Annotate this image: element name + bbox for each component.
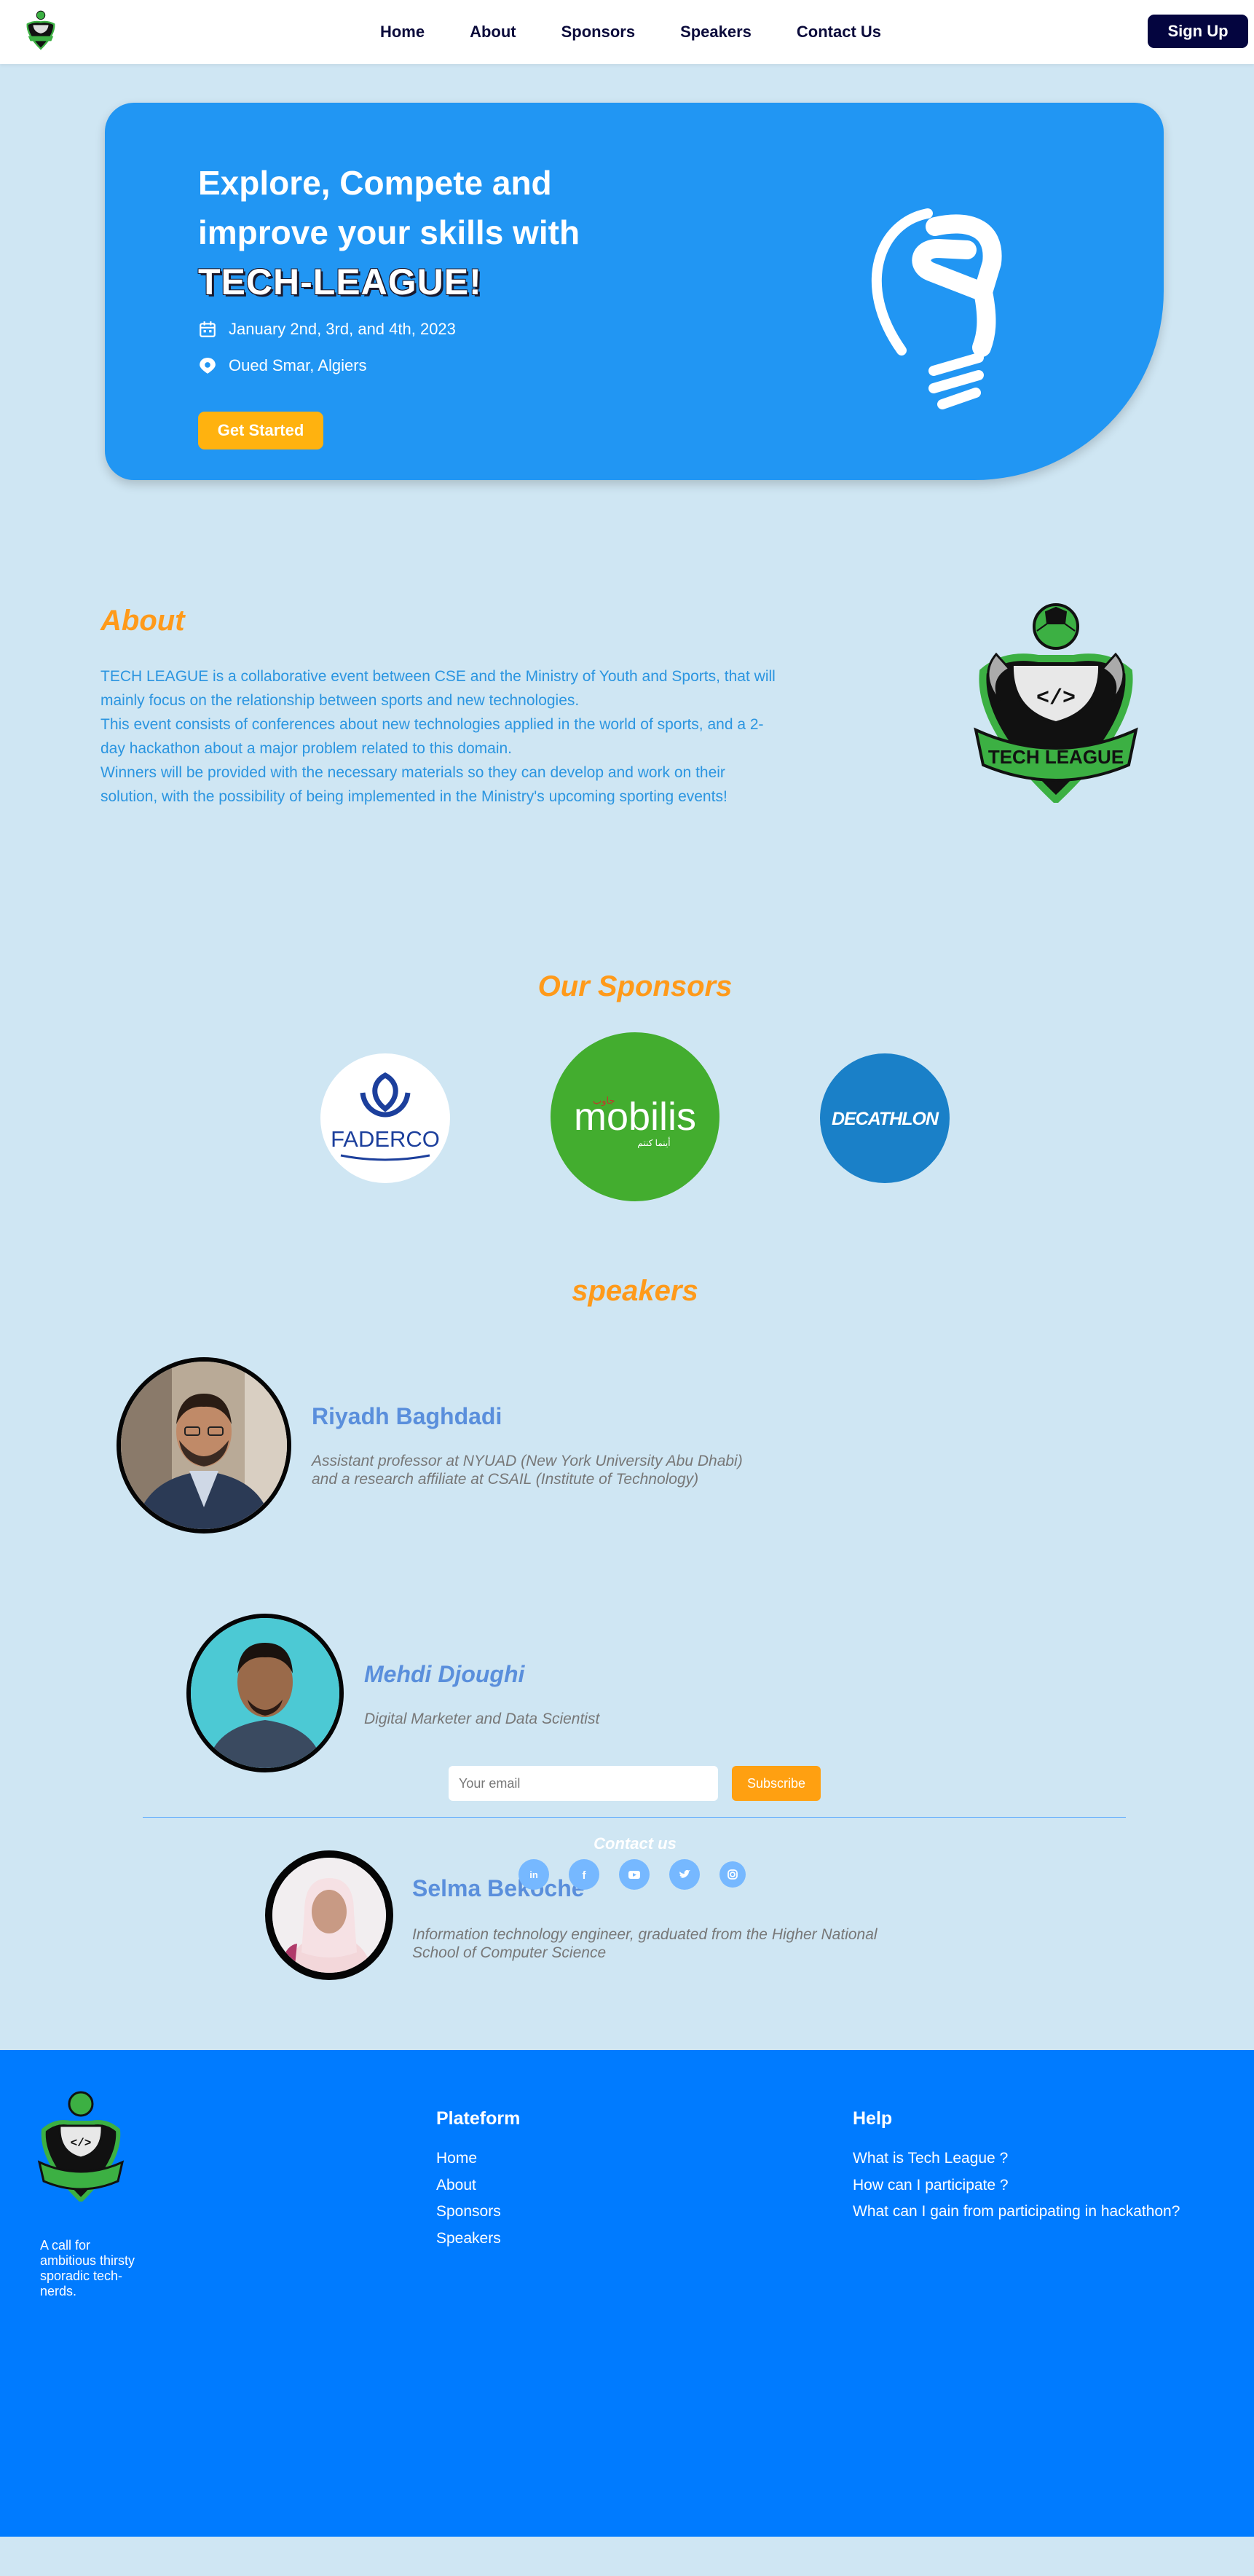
speaker-desc-line: and a research affiliate at CSAIL (Insti… [312,1471,699,1488]
hero-title-line2: improve your skills with [198,213,580,251]
speaker-desc: Digital Marketer and Data Scientist [364,1710,801,1728]
twitter-icon[interactable] [669,1859,700,1890]
footer-divider [143,1817,1126,1818]
footer-link-home[interactable]: Home [436,2145,520,2172]
subscribe-button[interactable]: Subscribe [732,1766,821,1801]
footer-tagline: A call for ambitious thirsty sporadic te… [40,2238,135,2298]
speaker-name: Riyadh Baghdadi [312,1403,502,1429]
email-input[interactable] [449,1766,718,1801]
svg-text:f: f [583,1869,587,1882]
mobilis-tagline: أينما كنتم [637,1137,670,1148]
tech-league-footer-logo-icon: </> [37,2091,125,2202]
speaker-desc-line: School of Computer Science [412,1944,607,1961]
sponsor-faderco[interactable]: FADERCO [320,1053,450,1183]
footer-link-participate[interactable]: How can I participate ? [853,2172,1180,2199]
faderco-logo-icon: FADERCO [331,1072,440,1161]
instagram-icon[interactable] [719,1861,746,1888]
speaker-name: Mehdi Djoughi [364,1661,525,1687]
footer-help-column: Help What is Tech League ? How can I par… [853,2108,1180,2226]
speaker-desc-line: Information technology engineer, graduat… [412,1926,878,1943]
decathlon-name: DECATHLON [832,1109,939,1129]
speaker-desc: Information technology engineer, graduat… [412,1925,936,1962]
speaker-avatar-selma [265,1850,393,1980]
footer-link-sponsors[interactable]: Sponsors [436,2199,520,2226]
footer-link-gain[interactable]: What can I gain from participating in ha… [853,2199,1180,2226]
about-paragraph: Winners will be provided with the necess… [100,764,727,805]
footer: </> A call for ambitious thirsty sporadi… [0,2050,1254,2537]
hero-title: Explore, Compete and improve your skills… [198,158,708,307]
footer-help-title: Help [853,2108,893,2129]
top-navbar: Home About Sponsors Speakers Contact Us … [0,0,1254,64]
hero-date-row: January 2nd, 3rd, and 4th, 2023 [198,320,456,339]
speaker-name: Selma Bekoche [412,1875,585,1901]
decathlon-logo-icon: DECATHLON [832,1109,940,1129]
location-pin-icon [200,358,216,374]
lightbulb-icon [871,208,1002,409]
calendar-icon [200,321,216,337]
mobilis-logo-icon: جاوب mobilis أينما كنتم [574,1095,696,1148]
footer-link-what-is[interactable]: What is Tech League ? [853,2145,1180,2172]
speaker-desc-line: Assistant professor at NYUAD (New York U… [312,1453,743,1469]
speaker-desc-line: Digital Marketer and Data Scientist [364,1711,600,1727]
contact-us-title: Contact us [594,1834,677,1853]
footer-platform-column: Plateform Home About Sponsors Speakers [436,2108,520,2252]
linkedin-icon[interactable]: in [518,1859,549,1890]
hero-location-row: Oued Smar, Algiers [198,356,367,375]
speaker-avatar-mehdi [186,1614,344,1772]
svg-text:in: in [529,1869,538,1880]
facebook-icon[interactable]: f [569,1859,599,1890]
youtube-icon[interactable] [619,1859,650,1890]
nav-links: Home About Sponsors Speakers Contact Us [0,0,1254,64]
about-title: About [100,605,185,637]
nav-link-home[interactable]: Home [380,23,425,42]
crest-text: TECH LEAGUE [988,746,1124,768]
footer-link-speakers[interactable]: Speakers [436,2226,520,2253]
sign-up-button[interactable]: Sign Up [1148,15,1248,48]
tech-league-crest-icon: </> TECH LEAGUE [974,603,1138,803]
footer-platform-title: Plateform [436,2108,521,2129]
footer-link-about[interactable]: About [436,2172,520,2199]
hero-location: Oued Smar, Algiers [229,356,367,374]
svg-text:</>: </> [1036,686,1076,711]
sponsors-title: Our Sponsors [537,970,733,1002]
nav-link-sponsors[interactable]: Sponsors [561,23,635,42]
nav-link-speakers[interactable]: Speakers [680,23,752,42]
mobilis-name: mobilis [574,1095,696,1139]
hero-brand: TECH-LEAGUE! [198,262,482,302]
hero-banner: Explore, Compete and improve your skills… [105,103,1164,480]
svg-text:</>: </> [71,2137,92,2150]
speaker-desc: Assistant professor at NYUAD (New York U… [312,1452,821,1488]
hero-date: January 2nd, 3rd, and 4th, 2023 [229,320,456,338]
about-paragraph: TECH LEAGUE is a collaborative event bet… [100,668,776,709]
speakers-title: speakers [572,1275,698,1307]
about-text: TECH LEAGUE is a collaborative event bet… [100,664,785,809]
faderco-name: FADERCO [331,1126,440,1152]
nav-link-about[interactable]: About [470,23,516,42]
hero-title-line1: Explore, Compete and [198,164,552,202]
get-started-button[interactable]: Get Started [198,412,323,449]
sponsor-mobilis[interactable]: جاوب mobilis أينما كنتم [551,1032,719,1201]
nav-link-contact[interactable]: Contact Us [797,23,881,42]
speaker-avatar-riyadh [117,1357,291,1534]
sponsor-decathlon[interactable]: DECATHLON [820,1053,950,1183]
about-paragraph: This event consists of conferences about… [100,716,764,757]
